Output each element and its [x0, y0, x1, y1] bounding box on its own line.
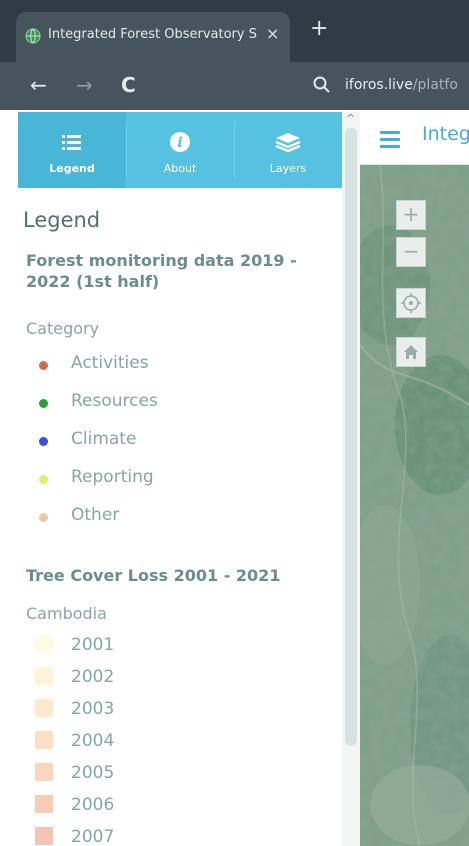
legend-item: 2007	[18, 824, 338, 846]
address-bar[interactable]: iforos.live/platfo	[301, 66, 469, 106]
legend-item: 2006	[18, 792, 338, 820]
scrollbar-thumb[interactable]	[345, 128, 357, 746]
back-button[interactable]: ←	[30, 74, 47, 96]
swatch	[35, 795, 53, 813]
legend-item: Reporting	[18, 464, 338, 492]
forest-monitoring-title: Forest monitoring data 2019 - 2022 (1st …	[26, 251, 297, 291]
legend-item-label: Other	[71, 505, 120, 525]
legend-item-label: 2007	[71, 827, 115, 846]
url-path: /platfo	[412, 77, 458, 93]
url-host: iforos.live	[345, 77, 413, 93]
legend-heading: Legend	[23, 208, 101, 232]
legend-item: 2005	[18, 760, 338, 788]
browser-tab[interactable]: Integrated Forest Observatory S ×	[16, 12, 290, 62]
tab-layers-label: Layers	[269, 162, 307, 175]
zoom-in-button[interactable]: +	[396, 200, 426, 230]
legend-item: Climate	[18, 426, 338, 454]
browser-tab-strip: Integrated Forest Observatory S × +	[0, 0, 469, 62]
reload-button[interactable]: C	[121, 74, 136, 96]
legend-item: Other	[18, 502, 338, 530]
scroll-up-arrow[interactable]: ^	[346, 112, 355, 125]
legend-item-label: Reporting	[71, 467, 154, 487]
category-subtitle: Category	[26, 319, 100, 338]
legend-item-label: 2006	[71, 795, 115, 815]
list-icon	[62, 135, 81, 150]
legend-item: 2004	[18, 728, 338, 756]
legend-item-label: 2001	[71, 635, 115, 655]
tab-about-label: About	[163, 162, 197, 175]
menu-icon[interactable]	[380, 131, 400, 148]
home-button[interactable]	[396, 337, 426, 367]
legend-item-label: 2003	[71, 699, 115, 719]
cambodia-subtitle: Cambodia	[26, 604, 107, 623]
app-header: Integrated Forest Observatory	[360, 112, 469, 165]
search-icon	[313, 76, 330, 93]
forward-button[interactable]: →	[76, 74, 93, 96]
swatch	[35, 827, 53, 845]
globe-icon	[25, 28, 41, 44]
legend-item: Resources	[18, 388, 338, 416]
tab-layers[interactable]: Layers	[234, 112, 342, 188]
browser-window: Integrated Forest Observatory S × + ← → …	[0, 0, 469, 846]
dot-icon	[39, 361, 48, 370]
locate-button[interactable]	[396, 288, 426, 318]
legend-item: 2001	[18, 632, 338, 660]
tab-title: Integrated Forest Observatory S	[48, 27, 257, 42]
dot-icon	[39, 437, 48, 446]
satellite-imagery	[360, 165, 469, 846]
browser-toolbar: ← → C iforos.live/platfo	[0, 62, 469, 110]
info-glyph: i	[177, 135, 182, 151]
dot-icon	[39, 399, 48, 408]
legend-item-label: 2005	[71, 763, 115, 783]
dot-icon	[39, 513, 48, 522]
legend-item: 2003	[18, 696, 338, 724]
info-icon: i	[170, 132, 190, 152]
home-icon	[404, 345, 418, 359]
sidebar-panel: Legend i About Layers Legend Forest moni…	[18, 112, 342, 846]
swatch	[35, 667, 53, 685]
legend-item-label: Activities	[71, 353, 149, 373]
legend-item-label: Climate	[71, 429, 137, 449]
zoom-out-button[interactable]: −	[396, 237, 426, 267]
new-tab-button[interactable]: +	[310, 18, 328, 40]
legend-item: Activities	[18, 350, 338, 378]
tree-cover-loss-title: Tree Cover Loss 2001 - 2021	[26, 566, 281, 585]
swatch	[35, 731, 53, 749]
swatch	[35, 635, 53, 653]
app-title: Integrated Forest Observatory	[422, 123, 469, 145]
legend-item-label: Resources	[71, 391, 158, 411]
legend-content: Legend Forest monitoring data 2019 - 202…	[18, 188, 342, 846]
tab-close-button[interactable]: ×	[266, 24, 279, 43]
swatch	[35, 699, 53, 717]
legend-item: 2002	[18, 664, 338, 692]
url-text: iforos.live/platfo	[345, 77, 458, 93]
layers-icon	[275, 133, 301, 153]
sidebar-tab-bar: Legend i About Layers	[18, 112, 342, 188]
legend-item-label: 2002	[71, 667, 115, 687]
map-view[interactable]: + −	[360, 165, 469, 846]
tab-legend[interactable]: Legend	[18, 112, 126, 188]
legend-item-label: 2004	[71, 731, 115, 751]
dot-icon	[39, 475, 48, 484]
crosshair-icon	[401, 293, 421, 313]
tab-legend-label: Legend	[49, 162, 95, 175]
swatch	[35, 763, 53, 781]
tab-about[interactable]: i About	[126, 112, 234, 188]
